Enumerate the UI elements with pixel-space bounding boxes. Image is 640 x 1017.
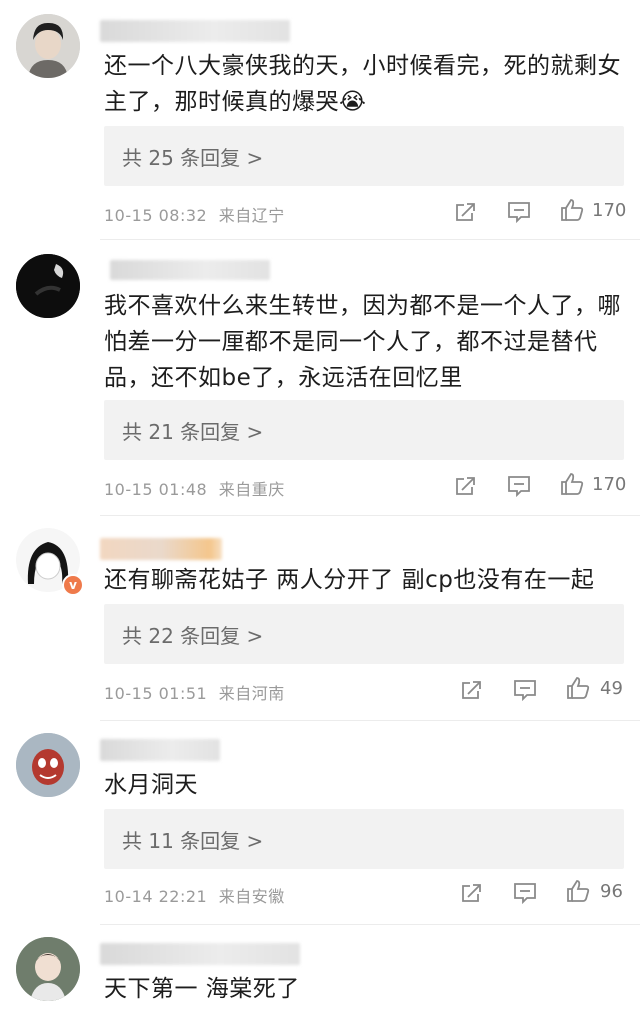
thumbs-up-icon[interactable] xyxy=(564,674,592,702)
comment-text: 还一个八大豪侠我的天，小时候看完，死的就剩女主了，那时候真的爆哭😭 xyxy=(104,53,621,115)
like-count: 49 xyxy=(600,678,623,699)
like-count: 96 xyxy=(600,881,623,902)
comment-text: 还有聊斋花姑子 两人分开了 副cp也没有在一起 xyxy=(104,567,595,593)
ip-location: 来自重庆 xyxy=(218,480,285,499)
share-icon[interactable] xyxy=(452,198,480,226)
comment-meta: 10-14 22:21 来自安徽 xyxy=(104,883,285,907)
reply-count-button[interactable]: 共 25 条回复 > xyxy=(104,126,624,186)
username-blurred[interactable] xyxy=(100,739,220,761)
thumbs-up-icon[interactable] xyxy=(558,470,586,498)
reply-count-button[interactable]: 共 22 条回复 > xyxy=(104,604,624,664)
ip-location: 来自河南 xyxy=(218,684,285,703)
share-icon[interactable] xyxy=(458,879,486,907)
thumbs-up-icon[interactable] xyxy=(564,877,592,905)
reply-count-label: 共 22 条回复 > xyxy=(122,624,264,648)
like-count: 170 xyxy=(592,200,627,221)
comment-icon[interactable] xyxy=(505,198,533,226)
comment-text: 水月洞天 xyxy=(104,772,198,798)
username-blurred[interactable] xyxy=(100,538,222,560)
comment-item: 天下第一 海棠死了 xyxy=(0,925,640,1017)
timestamp: 10-15 08:32 xyxy=(104,206,208,225)
comment-meta: 10-15 08:32 来自辽宁 xyxy=(104,202,285,226)
comment-icon[interactable] xyxy=(505,472,533,500)
reply-count-button[interactable]: 共 21 条回复 > xyxy=(104,400,624,460)
like-count: 170 xyxy=(592,474,627,495)
verified-badge-icon: v xyxy=(62,574,84,596)
comment-item: 还一个八大豪侠我的天，小时候看完，死的就剩女主了，那时候真的爆哭😭 共 25 条… xyxy=(0,0,640,240)
username-blurred[interactable] xyxy=(100,943,300,965)
comment-icon[interactable] xyxy=(511,879,539,907)
ip-location: 来自辽宁 xyxy=(218,206,285,225)
avatar[interactable] xyxy=(16,937,80,1001)
reply-count-button[interactable]: 共 11 条回复 > xyxy=(104,809,624,869)
avatar[interactable] xyxy=(16,14,80,78)
share-icon[interactable] xyxy=(452,472,480,500)
timestamp: 10-14 22:21 xyxy=(104,887,208,906)
comment-item: 我不喜欢什么来生转世，因为都不是一个人了，哪怕差一分一厘都不是同一个人了，都不过… xyxy=(0,240,640,516)
username-blurred[interactable] xyxy=(100,20,290,42)
comment-item: v 还有聊斋花姑子 两人分开了 副cp也没有在一起 共 22 条回复 > 10-… xyxy=(0,516,640,721)
ip-location: 来自安徽 xyxy=(218,887,285,906)
reply-count-label: 共 25 条回复 > xyxy=(122,146,264,170)
avatar[interactable]: v xyxy=(16,528,84,596)
avatar[interactable] xyxy=(16,254,80,318)
comment-item: 水月洞天 共 11 条回复 > 10-14 22:21 来自安徽 96 xyxy=(0,721,640,925)
timestamp: 10-15 01:48 xyxy=(104,480,208,499)
comment-icon[interactable] xyxy=(511,676,539,704)
share-icon[interactable] xyxy=(458,676,486,704)
timestamp: 10-15 01:51 xyxy=(104,684,208,703)
reply-count-label: 共 11 条回复 > xyxy=(122,829,264,853)
comment-text: 天下第一 海棠死了 xyxy=(104,976,300,1002)
comment-text: 我不喜欢什么来生转世，因为都不是一个人了，哪怕差一分一厘都不是同一个人了，都不过… xyxy=(104,293,621,391)
comment-meta: 10-15 01:51 来自河南 xyxy=(104,680,285,704)
username-blurred[interactable] xyxy=(110,260,270,280)
reply-count-label: 共 21 条回复 > xyxy=(122,420,264,444)
thumbs-up-icon[interactable] xyxy=(558,196,586,224)
avatar[interactable] xyxy=(16,733,80,797)
comment-meta: 10-15 01:48 来自重庆 xyxy=(104,476,285,500)
